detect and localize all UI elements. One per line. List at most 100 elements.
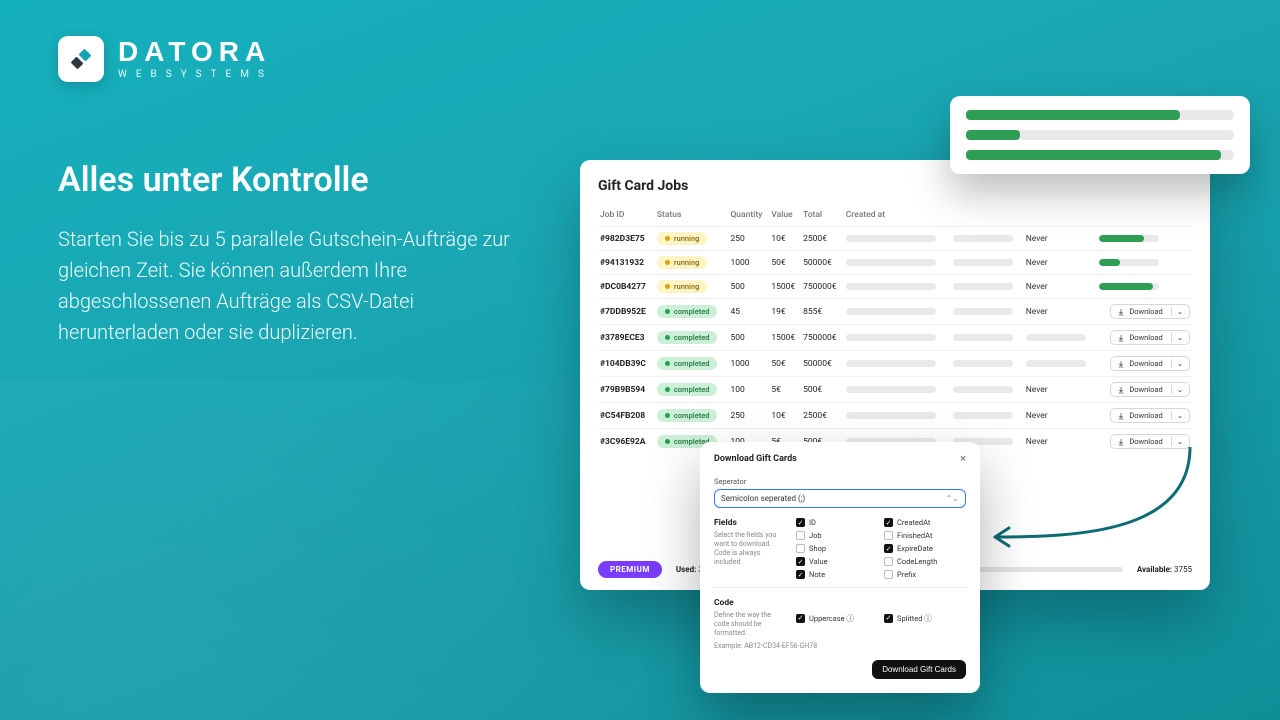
fields-desc: Select the fields you want to download. … xyxy=(714,531,784,567)
chevron-down-icon[interactable]: ⌄ xyxy=(1171,437,1183,446)
cell-quantity: 45 xyxy=(728,299,769,325)
chevron-down-icon[interactable]: ⌄ xyxy=(1171,333,1183,342)
column-header: Total xyxy=(801,206,844,227)
checkbox-icon xyxy=(796,544,805,553)
checkbox-note[interactable]: ✓Note xyxy=(796,570,878,579)
cell-quantity: 100 xyxy=(728,377,769,403)
checkbox-uppercase[interactable]: ✓Uppercase ⓘ xyxy=(796,598,878,638)
separator-select[interactable]: Semicolon seperated (;) ⌃⌄ xyxy=(714,489,966,508)
cell-total: 50000€ xyxy=(801,351,844,377)
progress-bar xyxy=(966,150,1234,160)
brand-logo: DATORA WEBSYSTEMS xyxy=(58,36,273,82)
download-button[interactable]: Download⌄ xyxy=(1110,330,1190,345)
checkbox-label: Job xyxy=(809,531,822,540)
checkbox-value[interactable]: ✓ Value xyxy=(796,557,878,566)
placeholder-bar xyxy=(953,283,1013,290)
download-button[interactable]: Download⌄ xyxy=(1110,382,1190,397)
cell-quantity: 250 xyxy=(728,403,769,429)
checkbox-icon xyxy=(884,531,893,540)
download-giftcards-button[interactable]: Download Gift Cards xyxy=(872,660,966,679)
cell-value: 5€ xyxy=(769,377,801,403)
placeholder-bar xyxy=(953,308,1013,315)
placeholder-bar xyxy=(846,308,936,315)
column-header: Status xyxy=(655,206,729,227)
expires-never: Never xyxy=(1026,411,1048,421)
cell-value: 1500€ xyxy=(769,325,801,351)
expires-never: Never xyxy=(1026,437,1048,447)
placeholder-bar xyxy=(953,334,1013,341)
checkbox-expiredate[interactable]: ✓ExpireDate xyxy=(884,544,966,553)
checkbox-createdat[interactable]: ✓CreatedAt xyxy=(884,518,966,527)
column-header: Quantity xyxy=(728,206,769,227)
cell-total: 2500€ xyxy=(801,403,844,429)
row-progress xyxy=(1099,283,1159,290)
download-button[interactable]: Download⌄ xyxy=(1110,408,1190,423)
checkbox-label: Splitted ⓘ xyxy=(897,613,932,624)
divider xyxy=(714,587,966,588)
table-row: #7DDB952Ecompleted4519€855€NeverDownload… xyxy=(598,299,1192,325)
chevron-down-icon[interactable]: ⌄ xyxy=(1171,307,1183,316)
placeholder-bar xyxy=(953,412,1013,419)
status-badge: completed xyxy=(657,331,718,344)
job-id: #982D3E75 xyxy=(598,227,655,251)
checkbox-icon: ✓ xyxy=(796,570,805,579)
panel-title: Gift Card Jobs xyxy=(598,178,1192,194)
cell-value: 50€ xyxy=(769,251,801,275)
job-id: #7DDB952E xyxy=(598,299,655,325)
code-title: Code xyxy=(714,598,784,608)
close-icon[interactable]: × xyxy=(960,452,966,465)
checkbox-id[interactable]: ✓ID xyxy=(796,518,878,527)
expires-never: Never xyxy=(1026,258,1048,268)
checkbox-shop[interactable]: Shop xyxy=(796,544,878,553)
brand-subtitle: WEBSYSTEMS xyxy=(118,70,273,80)
checkbox-icon: ✓ xyxy=(796,614,805,623)
job-id: #3C96E92A xyxy=(598,429,655,455)
checkbox-icon: ✓ xyxy=(796,557,805,566)
checkbox-icon: ✓ xyxy=(796,518,805,527)
separator-value: Semicolon seperated (;) xyxy=(721,494,805,503)
download-button[interactable]: Download⌄ xyxy=(1110,304,1190,319)
row-progress xyxy=(1099,259,1159,266)
cell-quantity: 250 xyxy=(728,227,769,251)
job-id: #104DB39C xyxy=(598,351,655,377)
placeholder-bar xyxy=(846,259,936,266)
job-id: #94131932 xyxy=(598,251,655,275)
checkbox-job[interactable]: Job xyxy=(796,531,878,540)
column-header: Created at xyxy=(844,206,951,227)
checkbox-splitted[interactable]: ✓Splitted ⓘ xyxy=(884,598,966,638)
checkbox-finishedat[interactable]: FinishedAt xyxy=(884,531,966,540)
download-button[interactable]: Download⌄ xyxy=(1110,434,1190,449)
table-row: #DC0B4277running5001500€750000€Never xyxy=(598,275,1192,299)
table-row: #79B9B594completed1005€500€NeverDownload… xyxy=(598,377,1192,403)
example-label: Example: xyxy=(714,642,742,650)
placeholder-bar xyxy=(1026,360,1086,367)
chevron-down-icon[interactable]: ⌄ xyxy=(1171,359,1183,368)
placeholder-bar xyxy=(953,360,1013,367)
chevron-down-icon[interactable]: ⌄ xyxy=(1171,385,1183,394)
cell-value: 50€ xyxy=(769,351,801,377)
status-badge: completed xyxy=(657,409,718,422)
table-row: #C54FB208completed25010€2500€NeverDownlo… xyxy=(598,403,1192,429)
job-id: #79B9B594 xyxy=(598,377,655,403)
cell-value: 10€ xyxy=(769,403,801,429)
table-row: #982D3E75running25010€2500€Never xyxy=(598,227,1192,251)
download-modal: Download Gift Cards × Seperator Semicolo… xyxy=(700,442,980,693)
job-id: #3789ECE3 xyxy=(598,325,655,351)
column-header: Job ID xyxy=(598,206,655,227)
checkbox-prefix[interactable]: Prefix xyxy=(884,570,966,579)
status-badge: completed xyxy=(657,357,718,370)
checkbox-codelength[interactable]: CodeLength xyxy=(884,557,966,566)
placeholder-bar xyxy=(846,360,936,367)
checkbox-label: CodeLength xyxy=(897,557,937,566)
checkbox-icon: ✓ xyxy=(884,544,893,553)
body-text: Starten Sie bis zu 5 parallele Gutschein… xyxy=(58,224,538,348)
available-label: Available: xyxy=(1137,565,1172,574)
placeholder-bar xyxy=(846,386,936,393)
expires-never: Never xyxy=(1026,234,1048,244)
chevron-down-icon[interactable]: ⌄ xyxy=(1171,411,1183,420)
status-badge: running xyxy=(657,280,708,293)
cell-value: 10€ xyxy=(769,227,801,251)
checkbox-label: Value xyxy=(809,557,828,566)
checkbox-label: FinishedAt xyxy=(897,531,932,540)
download-button[interactable]: Download⌄ xyxy=(1110,356,1190,371)
